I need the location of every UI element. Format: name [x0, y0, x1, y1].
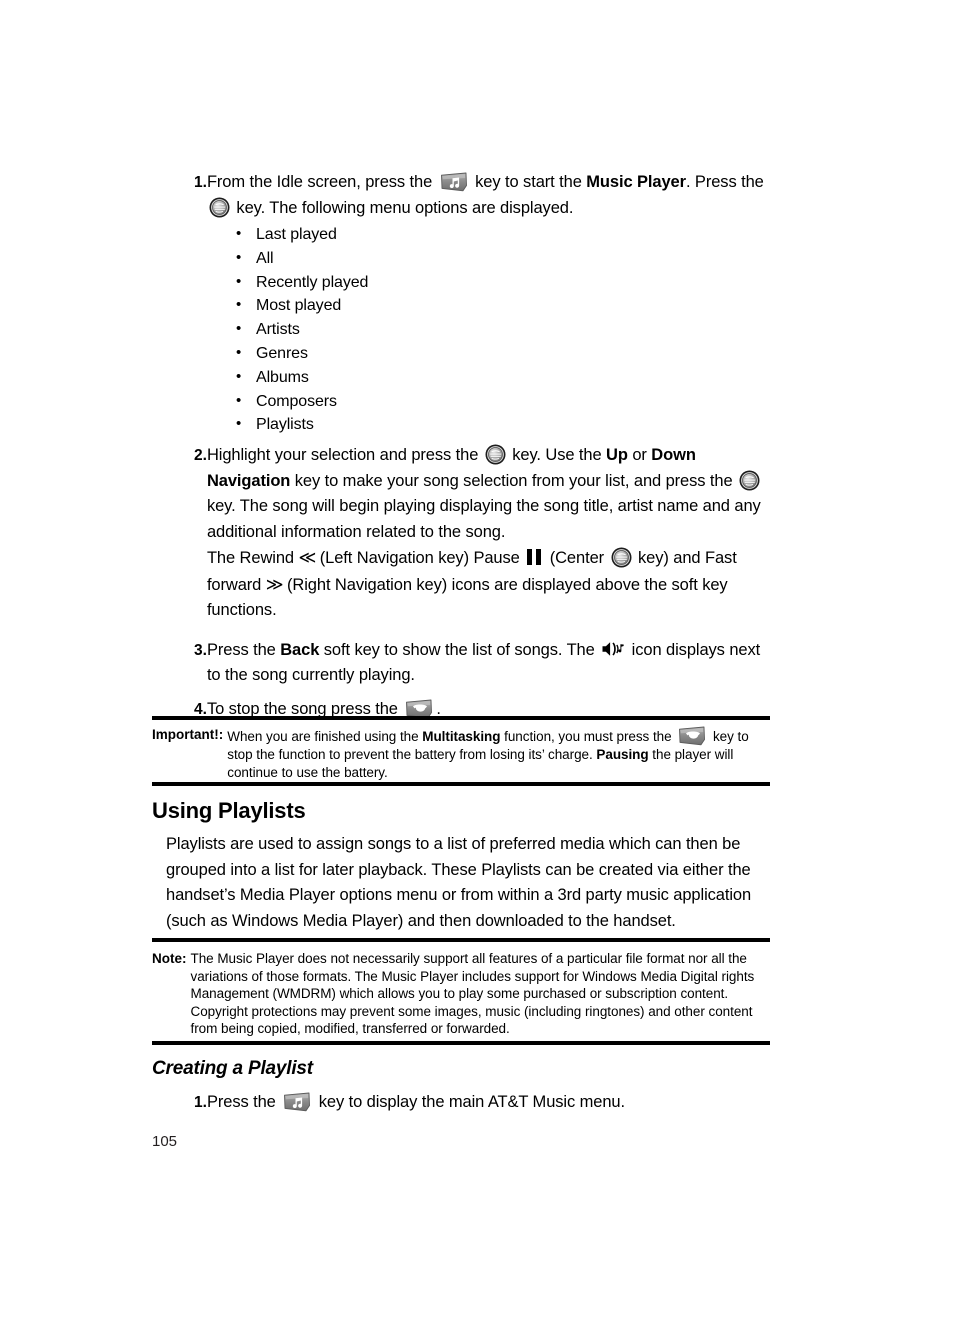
step-3-text: Press the Back soft key to show the list… — [206, 640, 761, 685]
step-3-number: 3. — [194, 641, 207, 659]
speaker-music-note-icon — [601, 640, 625, 658]
step-3: 3. Press the Back soft key to show the l… — [152, 638, 772, 689]
music-menu-options-list: Last played All Recently played Most pla… — [152, 222, 772, 437]
list-item: Most played — [236, 293, 772, 318]
list-item: Recently played — [236, 270, 772, 295]
step-2-main: Highlight your selection and press the k… — [206, 444, 761, 541]
att-center-key-icon — [485, 444, 506, 465]
emphasis-text: Pausing — [596, 747, 649, 762]
note-callout: Note: The Music Player does not necessar… — [152, 950, 770, 1038]
creating-playlist-procedure: 1. Press the key to display the main AT&… — [152, 1090, 772, 1118]
music-key-icon — [282, 1092, 312, 1112]
important-callout: Important!: When you are finished using … — [152, 726, 770, 781]
note-callout-top-rule — [152, 938, 770, 942]
creating-playlist-step-1-text: Press the key to display the main AT&T M… — [206, 1092, 625, 1112]
list-item: Albums — [236, 365, 772, 390]
list-item: Last played — [236, 222, 772, 247]
list-item: All — [236, 246, 772, 271]
navigation-chevron-glyph: ≫ — [265, 574, 284, 594]
creating-playlist-step-1: 1. Press the key to display the main AT&… — [152, 1090, 772, 1116]
emphasis-text: Back — [280, 640, 320, 659]
end-call-key-icon — [677, 726, 707, 746]
emphasis-text: Multitasking — [422, 729, 501, 744]
transport-keys-paragraph: The Rewind ≪ (Left Navigation key) Pause… — [206, 547, 737, 620]
step-1: 1. From the Idle screen, press the key t… — [152, 170, 772, 221]
important-callout-bottom-rule — [152, 782, 770, 786]
list-item: Artists — [236, 317, 772, 342]
list-item: Playlists — [236, 412, 772, 437]
pause-icon — [527, 548, 542, 566]
section-heading-creating-a-playlist: Creating a Playlist — [152, 1058, 313, 1079]
step-2: 2. Highlight your selection and press th… — [152, 443, 772, 624]
emphasis-text: Up — [606, 446, 628, 465]
important-callout-top-rule — [152, 716, 770, 720]
creating-playlist-step-1-number: 1. — [194, 1094, 207, 1111]
list-item: Genres — [236, 341, 772, 366]
att-center-key-icon — [611, 547, 632, 568]
list-item: Composers — [236, 389, 772, 414]
important-callout-label: Important!: — [152, 727, 224, 742]
emphasis-text: Music Player — [586, 173, 686, 191]
att-center-key-icon — [739, 470, 760, 491]
page-title: Using Playlists — [152, 798, 306, 823]
note-callout-bottom-rule — [152, 1041, 770, 1045]
step-1-text: From the Idle screen, press the key to s… — [206, 172, 764, 218]
step-2-number: 2. — [194, 447, 207, 465]
music-key-icon — [439, 172, 469, 192]
note-callout-text: The Music Player does not necessarily su… — [190, 951, 755, 1036]
procedure-block: 1. From the Idle screen, press the key t… — [152, 170, 772, 725]
using-playlists-body: Playlists are used to assign songs to a … — [166, 835, 752, 930]
note-callout-label: Note: — [152, 951, 187, 966]
page-number: 105 — [152, 1133, 178, 1150]
att-center-key-icon — [209, 197, 230, 218]
step-2-text: Highlight your selection and press the k… — [207, 443, 772, 624]
manual-page: 1. From the Idle screen, press the key t… — [0, 0, 954, 1319]
step-1-number: 1. — [194, 174, 207, 191]
important-callout-text: When you are finished using the Multitas… — [227, 726, 770, 781]
navigation-chevron-glyph: ≪ — [298, 548, 316, 568]
